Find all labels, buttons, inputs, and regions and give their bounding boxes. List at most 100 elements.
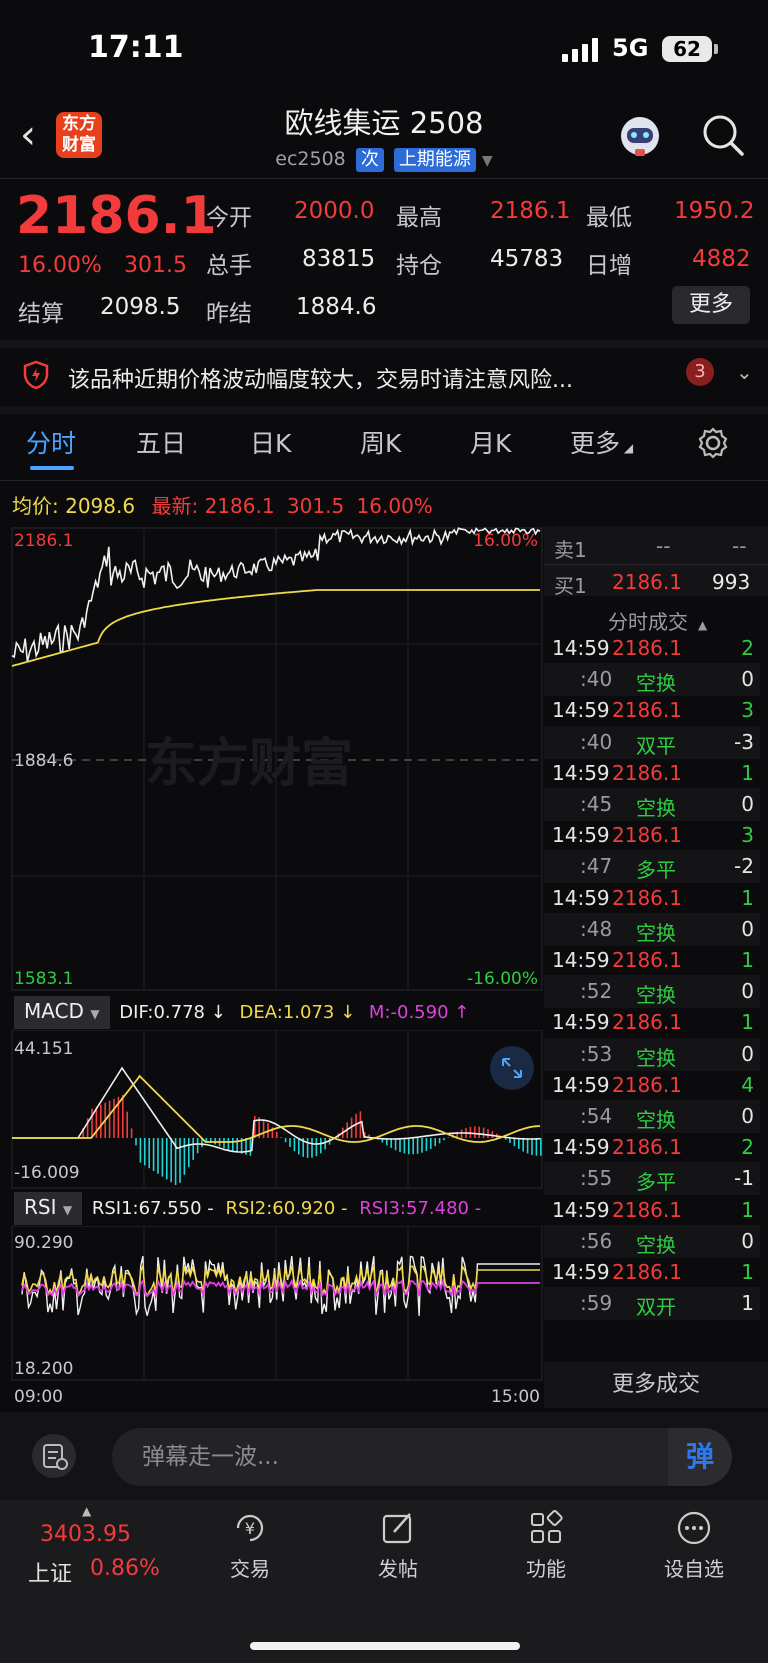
tick-time: 14:59 [552,885,610,910]
tab-intraday[interactable]: 分时 [26,424,76,460]
tick-volume: 0 [741,667,754,692]
risk-warning-text[interactable]: 该品种近期价格波动幅度较大，交易时请注意风险... [68,362,573,394]
tick-row: :45 空换 0 [544,788,760,821]
pct-top-label: 16.00% [473,531,538,551]
nav-trade[interactable]: ¥ 交易 [190,1508,310,1582]
intraday-price-chart[interactable]: 东方财富 2186.1 1884.6 1583.1 16.00% -16.00% [0,526,544,992]
rsi-selector[interactable]: RSI ▼ [14,1192,83,1225]
macd-bar [421,1138,423,1153]
macd-bar [518,1138,520,1149]
macd-y-top: 44.151 [14,1039,73,1059]
tab-weekly-k[interactable]: 周K [360,424,401,460]
shield-warning-icon [23,360,49,390]
high-label: 最高 [396,205,442,231]
grid-icon [531,1510,563,1543]
nav-watchlist-label: 设自选 [664,1557,724,1581]
nav-post-label: 发帖 [378,1557,418,1581]
tick-volume: 1 [741,948,754,972]
divider [0,340,768,348]
more-quote-button[interactable]: 更多 [672,286,750,324]
oi-label: 持仓 [396,253,442,279]
index-name[interactable]: 上证 [28,1556,72,1588]
network-type: 5G [612,34,649,62]
robot-assistant-icon[interactable] [616,112,664,160]
nav-functions[interactable]: 功能 [486,1508,606,1582]
tick-volume: 0 [741,1041,754,1066]
tick-time: 14:59 [552,823,610,848]
status-time: 17:11 [88,30,184,65]
yen-exchange-icon: ¥ [236,1514,264,1542]
index-value[interactable]: 3403.95 [40,1522,131,1547]
macd-bar [135,1138,137,1146]
tab-five-day[interactable]: 五日 [136,424,186,460]
macd-bar [509,1138,511,1143]
tick-type: 空换 [636,1108,676,1132]
home-indicator[interactable] [250,1642,520,1650]
settle-value: 2098.5 [100,294,181,320]
divider [0,178,768,179]
battery-icon: 62 [662,36,712,62]
macd-bar [183,1138,186,1175]
tick-time: 14:59 [552,1072,610,1097]
nav-add-watchlist[interactable]: 设自选 [634,1508,754,1582]
rsi-chart[interactable]: 90.290 18.200 09:00 15:00 [0,1226,544,1410]
tick-time: 14:59 [552,948,610,972]
y-mid-label: 1884.6 [14,751,73,771]
tick-volume: 2 [741,1135,754,1160]
macd-bar [460,1129,463,1138]
nav-post[interactable]: 发帖 [338,1508,458,1582]
chevron-down-icon[interactable]: ⌄ [736,360,753,384]
macd-bar [443,1138,445,1141]
tick-time: 14:59 [552,1010,610,1035]
macd-bar [408,1138,410,1155]
macd-selector[interactable]: MACD ▼ [14,996,110,1029]
gear-icon[interactable] [696,426,730,460]
high-value: 2186.1 [490,198,571,224]
tab-monthly-k[interactable]: 月K [470,424,511,460]
prev-settle-label: 昨结 [206,301,252,327]
macd-bar [540,1138,542,1156]
tab-more[interactable]: 更多 ◢ [570,424,633,460]
tick-row: 14:59 2186.1 2 [544,632,760,665]
macd-bar [425,1138,428,1151]
expand-icon[interactable] [490,1046,534,1090]
tick-row: :53 空换 0 [544,1037,760,1071]
danmu-button[interactable]: 弹 [668,1428,732,1486]
chevron-down-icon: ▼ [62,1203,73,1217]
latest-change: 301.5 [286,494,345,518]
macd-bar [403,1138,406,1154]
comment-list-icon[interactable] [32,1434,76,1478]
macd-bar [284,1138,287,1143]
macd-bar [262,1119,265,1138]
macd-bar [491,1131,494,1138]
tab-daily-k[interactable]: 日K [250,424,291,460]
sell1-label: 卖1 [554,538,587,562]
index-pct[interactable]: 0.86% [90,1556,160,1581]
tick-time: 14:59 [552,1197,610,1222]
tick-volume: 1 [741,1197,754,1222]
more-ticks-button[interactable]: 更多成交 [544,1362,768,1408]
open-value: 2000.0 [294,198,375,224]
pct-change: 16.00% [18,253,102,278]
tick-type: 空换 [636,920,676,945]
macd-bar [148,1138,150,1169]
status-bar: 17:11 5G 62 [0,0,768,100]
macd-bar [249,1138,252,1156]
macd-bar [179,1138,181,1183]
danmu-input[interactable]: 弹幕走一波... [112,1428,700,1486]
ticks-header[interactable]: 分时成交 ▲ [608,606,707,635]
settle-label: 结算 [18,301,64,327]
macd-bar [122,1094,124,1138]
tick-volume: 1 [741,1010,754,1035]
search-icon[interactable] [700,112,746,158]
macd-bar [359,1111,362,1138]
tick-row: :40 双平 -3 [544,725,760,759]
macd-bar [170,1138,172,1183]
macd-dif: DIF:0.778 ↓ [119,1002,226,1023]
macd-chart[interactable]: 44.151 -16.009 [0,1030,544,1190]
tick-price: 2186.1 [612,760,682,785]
triangle-icon: ◢ [620,441,634,455]
macd-bar [126,1111,128,1138]
nav-functions-label: 功能 [526,1557,566,1581]
macd-bar [315,1138,318,1157]
